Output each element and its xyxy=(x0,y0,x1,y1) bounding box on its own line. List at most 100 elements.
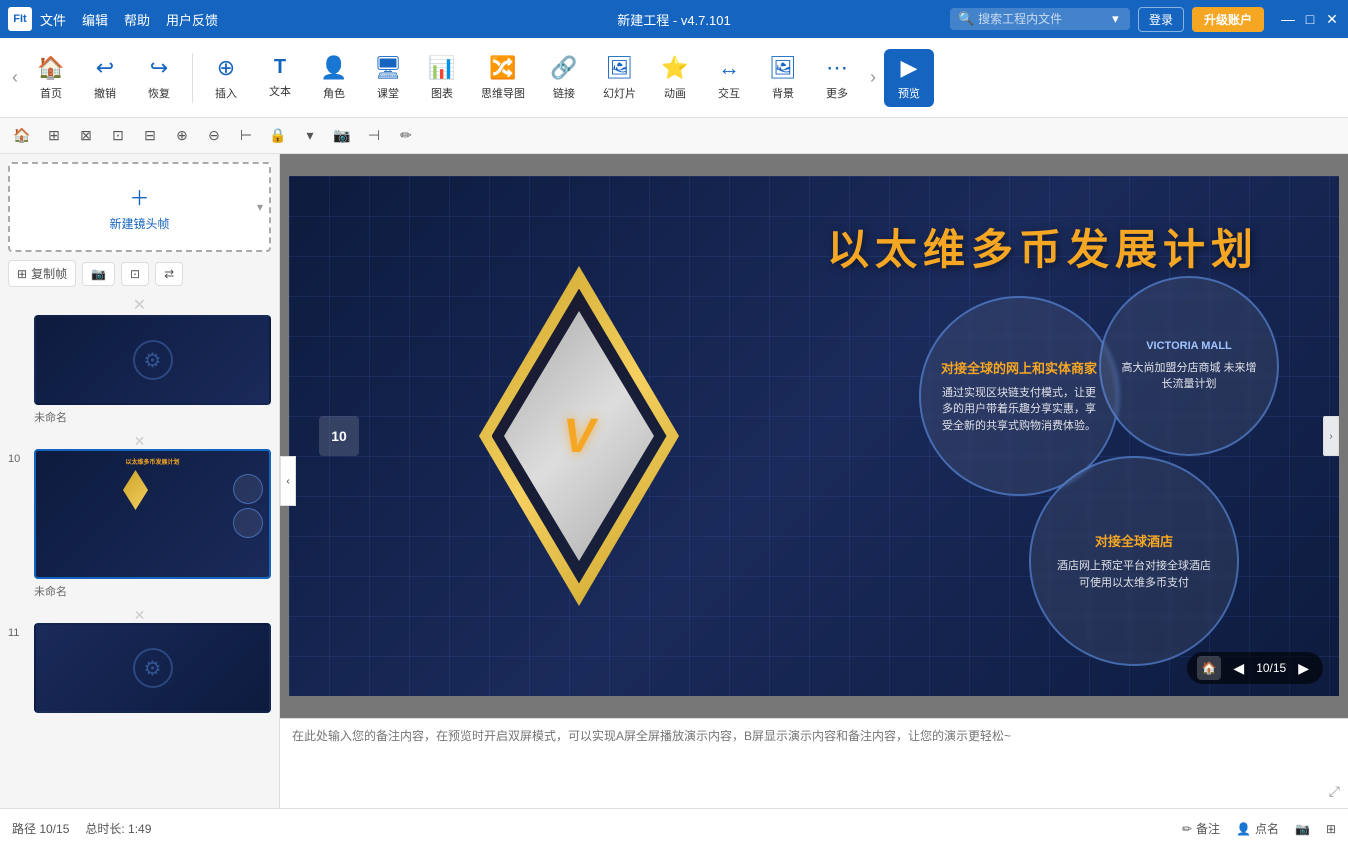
slide-label: 幻灯片 xyxy=(603,85,636,101)
insert-icon: ⊕ xyxy=(217,55,235,81)
search-box[interactable]: 🔍 ▾ xyxy=(950,8,1130,30)
menu-feedback[interactable]: 用户反馈 xyxy=(166,10,218,29)
toolbar-text[interactable]: T 文本 xyxy=(255,50,305,105)
menu-help[interactable]: 帮助 xyxy=(124,10,150,29)
grid-tool-button[interactable]: ⊡ xyxy=(121,262,149,286)
toolbar-undo[interactable]: ↩ 撤销 xyxy=(80,49,130,107)
toolbar-chart[interactable]: 📊 图表 xyxy=(417,49,467,107)
action-bar: 🏠 ⊞ ⊠ ⊡ ⊟ ⊕ ⊖ ⊢ 🔒 ▾ 📷 ⊣ ✏ xyxy=(0,118,1348,154)
action-dropdown[interactable]: ▾ xyxy=(296,122,324,150)
mindmap-icon: 🔀 xyxy=(489,55,516,81)
toolbar-preview[interactable]: ▶ 预览 xyxy=(884,49,934,107)
action-grid[interactable]: ⊡ xyxy=(104,122,132,150)
animate-icon: ⭐ xyxy=(661,55,688,81)
action-code[interactable]: ⊣ xyxy=(360,122,388,150)
mindmap-label: 思维导图 xyxy=(481,85,525,101)
toolbar-animate[interactable]: ⭐ 动画 xyxy=(650,49,700,107)
slide-10-thumb-diamond xyxy=(123,470,148,510)
circle-card-2: VICTORIA MALL 高大尚加盟分店商城 未来增长流量计划 xyxy=(1099,276,1279,456)
menu-edit[interactable]: 编辑 xyxy=(82,10,108,29)
copy-icon: ⊞ xyxy=(17,267,27,281)
menu-bar: 文件 编辑 帮助 用户反馈 xyxy=(40,10,218,29)
nav-next-button[interactable]: ▶ xyxy=(1294,658,1313,679)
menu-file[interactable]: 文件 xyxy=(40,10,66,29)
expand-arrow-icon: ▾ xyxy=(257,200,263,214)
status-rollcall-action[interactable]: 👤 点名 xyxy=(1236,820,1279,837)
maximize-button[interactable]: □ xyxy=(1302,11,1318,27)
toolbar-slide[interactable]: 🖼 幻灯片 xyxy=(593,49,646,107)
login-button[interactable]: 登录 xyxy=(1138,7,1184,32)
slide-11-thumbnail[interactable] xyxy=(34,623,271,713)
action-zoom-out[interactable]: ⊖ xyxy=(200,122,228,150)
slide-11-gear xyxy=(133,638,173,698)
notes-expand-icon[interactable]: ⤢ xyxy=(1329,783,1340,800)
minimize-button[interactable]: — xyxy=(1280,11,1296,27)
toolbar-mindmap[interactable]: 🔀 思维导图 xyxy=(471,49,535,107)
toolbar-home[interactable]: 🏠 首页 xyxy=(26,49,76,107)
slide-number-badge: 10 xyxy=(319,416,359,456)
thumb-circle-1 xyxy=(233,474,263,504)
status-notes-action[interactable]: ✏ 备注 xyxy=(1182,820,1220,837)
action-align[interactable]: ⊢ xyxy=(232,122,260,150)
circle-1-title: 对接全球的网上和实体商家 xyxy=(941,358,1097,377)
nav-home-button[interactable]: 🏠 xyxy=(1197,656,1221,680)
collapse-panel-button[interactable]: ‹ xyxy=(280,456,296,506)
slide-item-10: 10 以太维多币发展计划 未命名 xyxy=(8,449,271,599)
swap-tool-button[interactable]: ⇄ xyxy=(155,262,183,286)
action-copy[interactable]: ⊞ xyxy=(40,122,68,150)
nav-page-info: 10/15 xyxy=(1256,661,1286,675)
new-frame-button[interactable]: ＋ 新建镜头帧 ▾ xyxy=(8,162,271,252)
toolbar-classroom[interactable]: 🖥 课堂 xyxy=(363,49,413,107)
copy-frame-label: 复制帧 xyxy=(31,265,67,282)
toolbar-interact[interactable]: ↔ 交互 xyxy=(704,49,754,107)
toolbar-character[interactable]: 👤 角色 xyxy=(309,49,359,107)
right-collapse-button[interactable]: › xyxy=(1323,416,1339,456)
separator-icon: ✕ xyxy=(133,295,146,315)
upgrade-button[interactable]: 升级账户 xyxy=(1192,7,1264,32)
action-home[interactable]: 🏠 xyxy=(8,122,36,150)
link-label: 链接 xyxy=(553,85,575,101)
toolbar-more[interactable]: ⋯ 更多 xyxy=(812,49,862,107)
slide-11-content xyxy=(36,625,269,711)
toolbar-insert[interactable]: ⊕ 插入 xyxy=(201,49,251,107)
search-input[interactable] xyxy=(978,12,1108,26)
circle-3-title: 对接全球酒店 xyxy=(1095,531,1173,550)
undo-icon: ↩ xyxy=(96,55,114,81)
status-camera-icon: 📷 xyxy=(1295,822,1310,836)
toolbar-link[interactable]: 🔗 链接 xyxy=(539,49,589,107)
character-label: 角色 xyxy=(323,85,345,101)
notes-icon: ✏ xyxy=(1182,822,1192,836)
app-icon: FIt xyxy=(8,7,32,31)
notes-input[interactable] xyxy=(292,727,1336,800)
status-grid-action[interactable]: ⊞ xyxy=(1326,822,1336,836)
toolbar-redo[interactable]: ↪ 恢复 xyxy=(134,49,184,107)
canvas-area: 以太维多币发展计划 10 V 对接全球的网上和实体商家 通过实现区块链支付模式，… xyxy=(280,154,1348,808)
action-zoom-in[interactable]: ⊕ xyxy=(168,122,196,150)
notes-action-label: 备注 xyxy=(1196,820,1220,837)
close-button[interactable]: ✕ xyxy=(1324,11,1340,27)
toolbar-background[interactable]: 🖼 背景 xyxy=(758,49,808,107)
toolbar-back[interactable]: ‹ xyxy=(8,63,22,92)
action-edit[interactable]: ✏ xyxy=(392,122,420,150)
redo-icon: ↪ xyxy=(150,55,168,81)
circle-2-title: VICTORIA MALL xyxy=(1146,340,1232,352)
action-lock[interactable]: 🔒 xyxy=(264,122,292,150)
action-layers[interactable]: ⊟ xyxy=(136,122,164,150)
toolbar-forward[interactable]: › xyxy=(866,63,880,92)
slide-9-thumbnail[interactable] xyxy=(34,315,271,405)
slide-canvas: 以太维多币发展计划 10 V 对接全球的网上和实体商家 通过实现区块链支付模式，… xyxy=(289,176,1339,696)
copy-frame-button[interactable]: ⊞ 复制帧 xyxy=(8,260,76,287)
slide-9-gear xyxy=(133,330,173,390)
camera-tool-button[interactable]: 📷 xyxy=(82,262,115,286)
nav-prev-button[interactable]: ◀ xyxy=(1229,658,1248,679)
slide-separator-1: ✕ xyxy=(8,295,271,315)
status-grid-icon: ⊞ xyxy=(1326,822,1336,836)
search-dropdown-icon[interactable]: ▾ xyxy=(1112,11,1119,27)
action-camera[interactable]: 📷 xyxy=(328,122,356,150)
action-frame[interactable]: ⊠ xyxy=(72,122,100,150)
separator-3-icon: ✕ xyxy=(134,607,146,624)
more-icon: ⋯ xyxy=(826,55,848,81)
canvas-scroll[interactable]: 以太维多币发展计划 10 V 对接全球的网上和实体商家 通过实现区块链支付模式，… xyxy=(280,154,1348,718)
slide-10-thumbnail[interactable]: 以太维多币发展计划 xyxy=(34,449,271,579)
status-camera-action[interactable]: 📷 xyxy=(1295,822,1310,836)
